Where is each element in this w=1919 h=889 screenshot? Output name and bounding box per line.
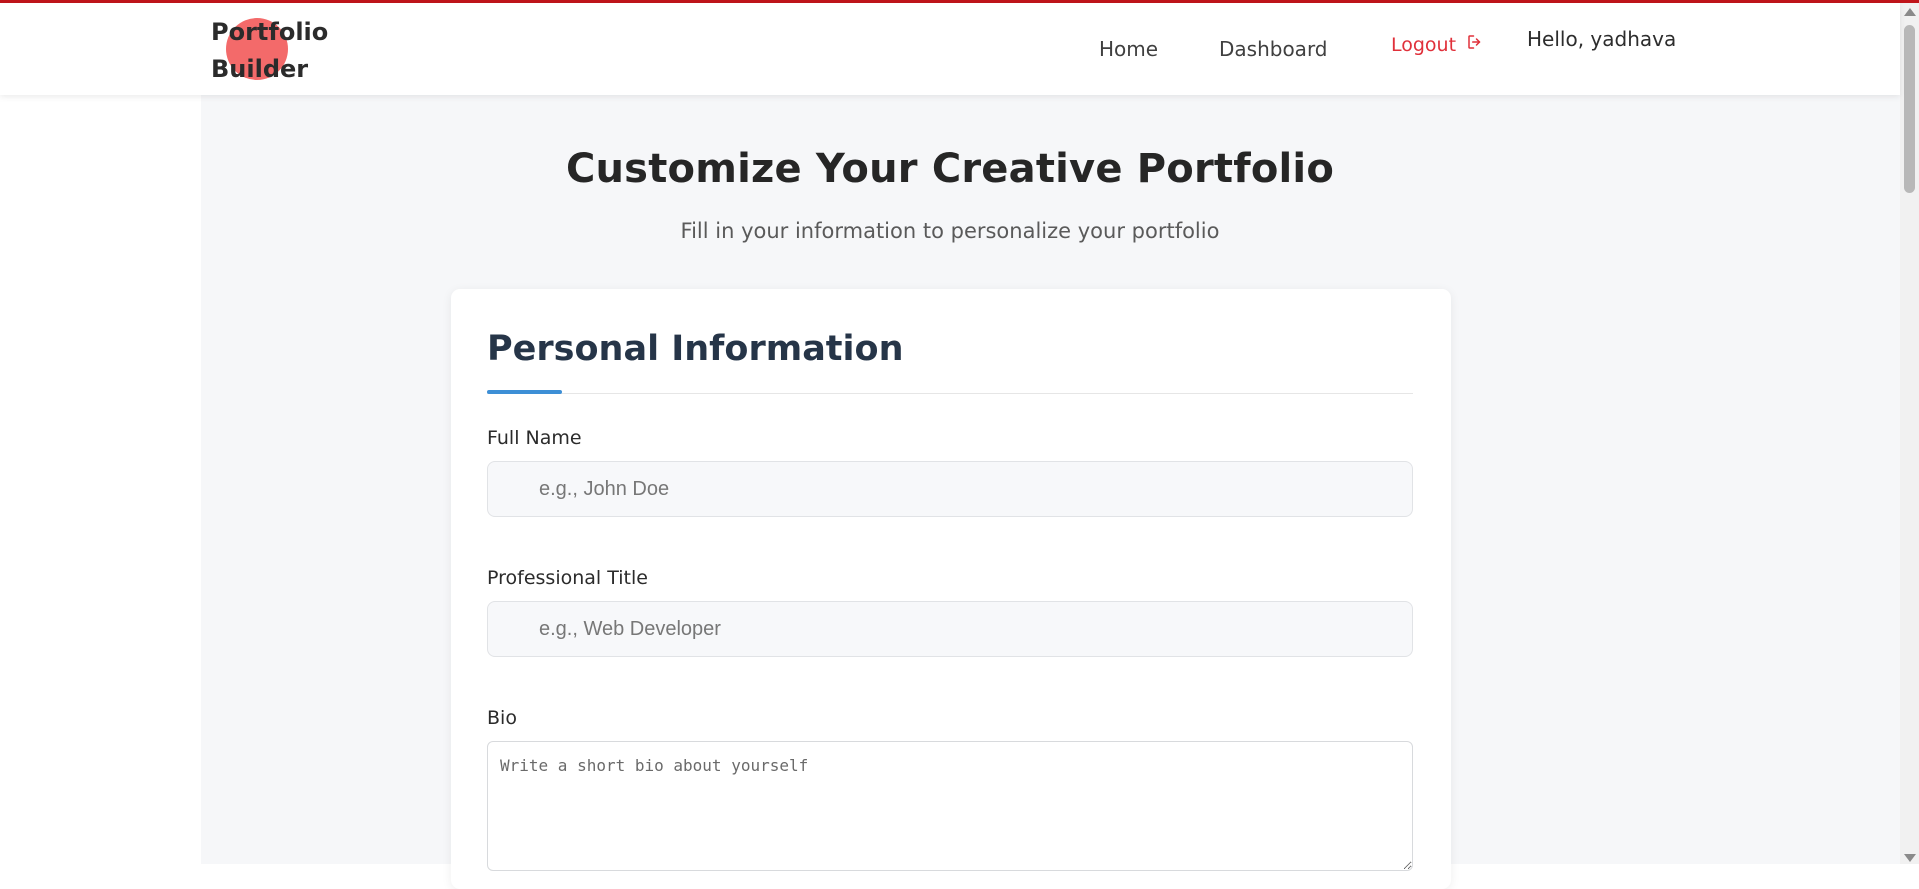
section-accent-bar	[487, 390, 562, 394]
page-title: Customize Your Creative Portfolio	[565, 146, 1335, 192]
logout-label: Logout	[1391, 33, 1457, 56]
top-navbar: Portfolio Builder Home Dashboard Logout …	[0, 3, 1900, 95]
scroll-down-icon[interactable]	[1904, 854, 1916, 862]
nav-home-link[interactable]: Home	[1099, 37, 1158, 61]
vertical-scrollbar[interactable]	[1900, 3, 1919, 864]
full-name-input[interactable]	[487, 461, 1413, 517]
logout-button[interactable]: Logout	[1391, 33, 1484, 56]
scroll-up-icon[interactable]	[1904, 8, 1916, 16]
bio-label: Bio	[487, 707, 517, 729]
brand-logo[interactable]: Portfolio Builder	[211, 14, 351, 88]
section-title: Personal Information	[487, 329, 904, 369]
professional-title-label: Professional Title	[487, 567, 648, 589]
bio-textarea[interactable]	[487, 741, 1413, 871]
full-name-label: Full Name	[487, 427, 582, 449]
logout-icon	[1466, 33, 1484, 56]
form-card: Personal Information Full Name Professio…	[451, 289, 1451, 889]
page-subtitle: Fill in your information to personalize …	[680, 219, 1220, 243]
user-greeting: Hello, yadhava	[1527, 27, 1677, 51]
scrollbar-thumb[interactable]	[1904, 25, 1915, 193]
professional-title-input[interactable]	[487, 601, 1413, 657]
section-divider	[487, 393, 1413, 394]
nav-dashboard-link[interactable]: Dashboard	[1219, 37, 1328, 61]
